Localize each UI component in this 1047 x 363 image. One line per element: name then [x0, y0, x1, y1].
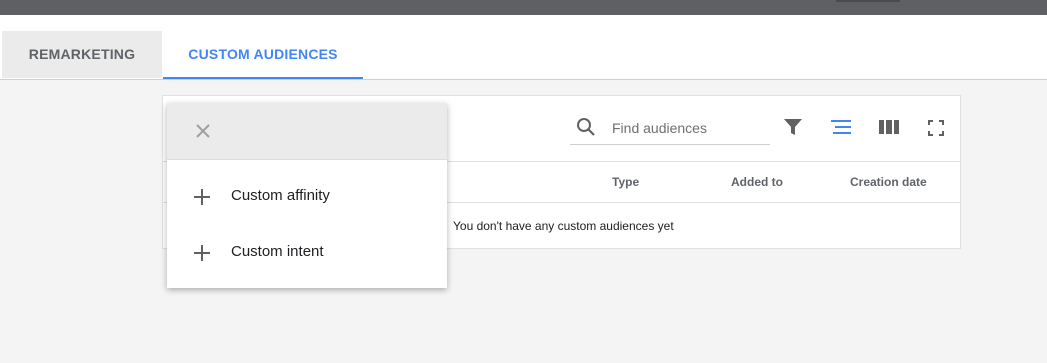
- close-icon[interactable]: [194, 122, 212, 140]
- column-header-type[interactable]: Type: [612, 175, 639, 189]
- plus-icon: [194, 189, 210, 205]
- search-icon: [577, 118, 595, 136]
- tab-bar: REMARKETING CUSTOM AUDIENCES: [0, 15, 1047, 80]
- menu-item-label: Custom affinity: [231, 187, 330, 204]
- column-header-added-to[interactable]: Added to: [731, 175, 783, 189]
- tab-remarketing-label: REMARKETING: [28, 46, 136, 62]
- create-audience-menu: Custom affinity Custom intent: [167, 103, 447, 288]
- menu-header: [167, 103, 447, 160]
- top-app-bar: [0, 0, 1047, 15]
- menu-item-label: Custom intent: [231, 243, 324, 260]
- tab-remarketing[interactable]: REMARKETING: [2, 31, 162, 78]
- fullscreen-icon[interactable]: [928, 120, 944, 136]
- empty-state-message: You don't have any custom audiences yet: [453, 219, 674, 233]
- menu-item-custom-affinity[interactable]: Custom affinity: [167, 169, 447, 225]
- tab-custom-audiences[interactable]: CUSTOM AUDIENCES: [163, 31, 363, 79]
- search-box: [570, 110, 770, 145]
- menu-item-custom-intent[interactable]: Custom intent: [167, 225, 447, 281]
- top-bar-tab-indicator: [836, 0, 900, 2]
- plus-icon: [194, 245, 210, 261]
- search-input[interactable]: [610, 115, 769, 141]
- column-header-creation-date[interactable]: Creation date: [850, 175, 927, 189]
- columns-icon[interactable]: [879, 120, 899, 134]
- filter-icon[interactable]: [783, 118, 803, 136]
- active-tab-indicator: [163, 77, 363, 79]
- segment-icon[interactable]: [831, 120, 851, 134]
- tab-custom-audiences-label: CUSTOM AUDIENCES: [188, 46, 338, 62]
